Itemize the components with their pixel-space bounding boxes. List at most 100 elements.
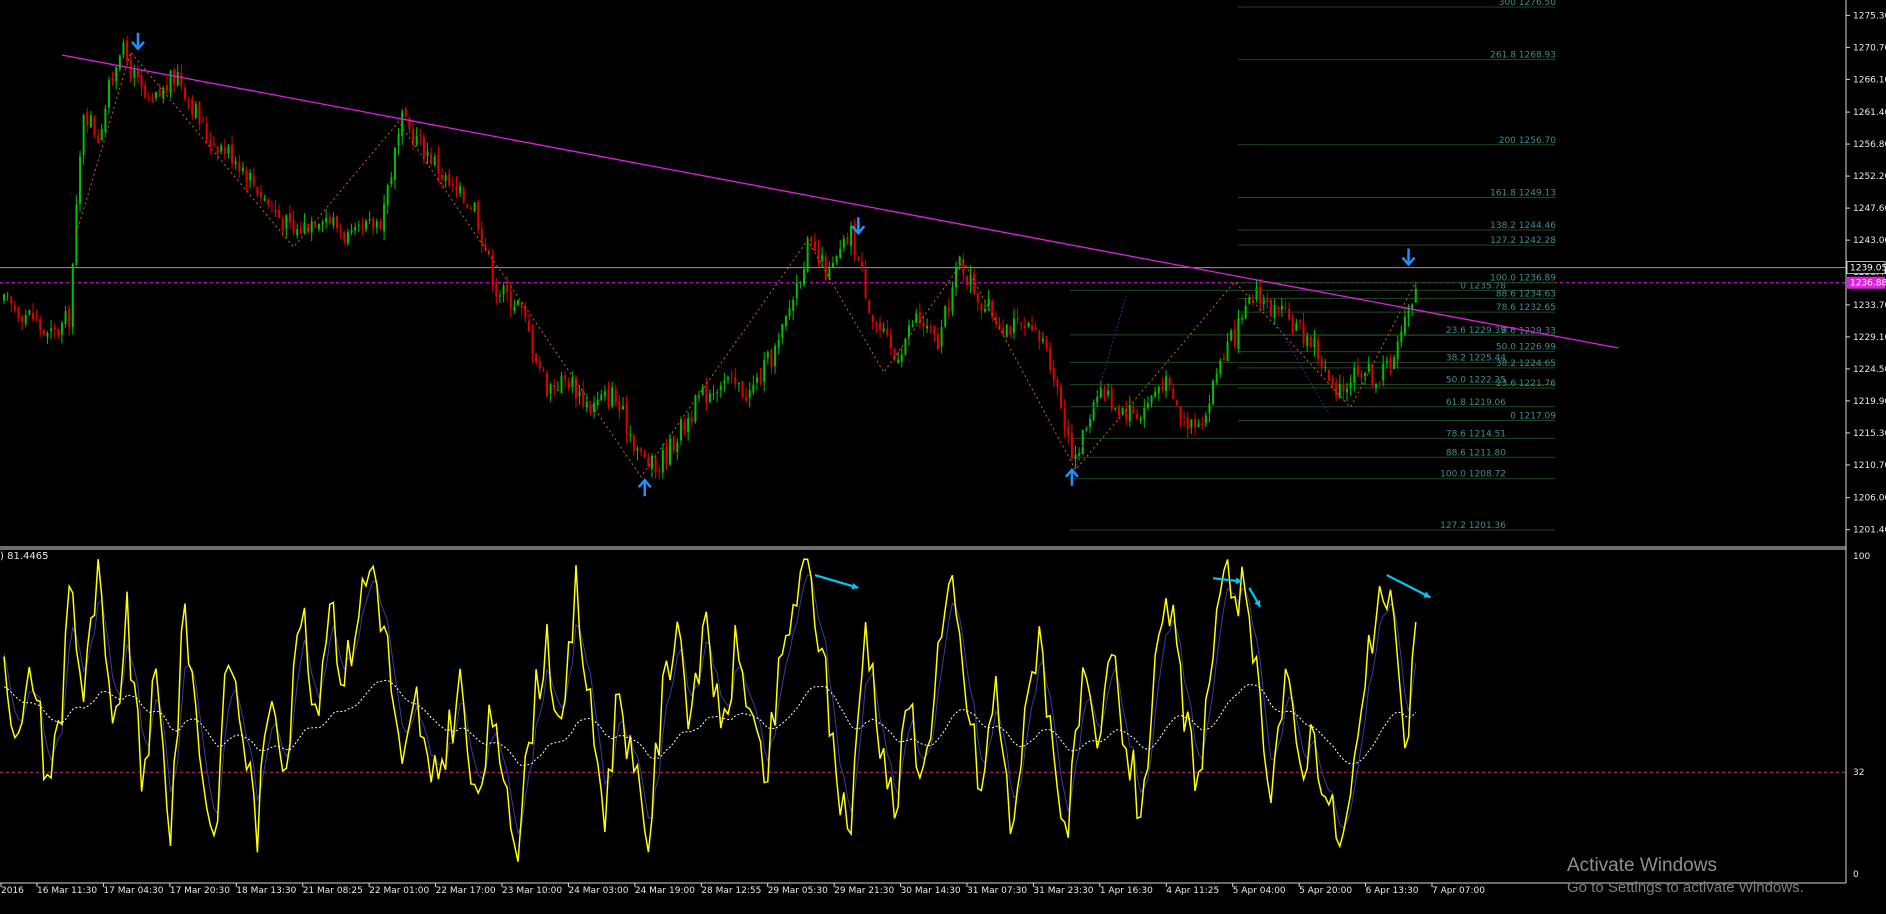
candle-body: [68, 308, 71, 327]
candle-body: [1197, 424, 1200, 427]
candle-body: [325, 217, 328, 223]
candle-body: [842, 238, 845, 248]
chart-canvas[interactable]: 100.0 1208.72 88.6 1211.80 78.6 1214.51 61.…: [0, 0, 1886, 910]
candle-body: [144, 85, 147, 99]
fib-level-b-label: 200 1256.70: [1499, 136, 1557, 146]
candle-body: [1396, 341, 1399, 360]
candle-body: [477, 202, 480, 230]
candle-body: [1201, 423, 1204, 425]
candle-body: [158, 89, 161, 97]
fib-level-b-label: 50.0 1226.99: [1496, 343, 1556, 353]
candle-body: [1168, 378, 1171, 387]
candle-body: [665, 448, 668, 464]
candle-body: [495, 284, 498, 297]
candle-body: [191, 98, 194, 116]
candle-body: [339, 230, 342, 233]
candle-body: [1038, 331, 1041, 342]
candle-body: [1364, 372, 1367, 377]
time-tick-label: 24 Mar 19:00: [635, 886, 695, 896]
candle-body: [1277, 307, 1280, 310]
fib-level-b-label: 261.8 1268.93: [1490, 51, 1556, 61]
time-tick-label: 16 Mar 11:30: [37, 886, 97, 896]
candle-body: [10, 296, 13, 304]
candle-body: [1016, 317, 1019, 321]
candle-body: [209, 139, 212, 146]
candle-body: [1070, 433, 1073, 459]
candle-body: [303, 222, 306, 233]
candle-body: [784, 315, 787, 326]
oscillator-tick-label: 0: [1853, 870, 1859, 880]
candle-body: [556, 390, 559, 392]
candle-body: [596, 399, 599, 406]
candle-body: [231, 145, 234, 164]
candle-body: [459, 186, 462, 194]
time-tick-label: 23 Mar 10:00: [502, 886, 562, 896]
candle-body: [6, 295, 9, 297]
candle-body: [879, 322, 882, 330]
candle-body: [1179, 406, 1182, 420]
candle-body: [1041, 338, 1044, 342]
candle-body: [1273, 304, 1276, 317]
candle-body: [1353, 367, 1356, 384]
candle-body: [328, 216, 331, 224]
candle-body: [310, 221, 313, 233]
candle-body: [1215, 373, 1218, 383]
candle-body: [708, 393, 711, 402]
candle-body: [111, 78, 114, 81]
candle-body: [350, 230, 353, 233]
candle-body: [118, 55, 121, 70]
candle-body: [531, 329, 534, 354]
candle-body: [267, 199, 270, 205]
candle-body: [205, 122, 208, 141]
candle-body: [650, 455, 653, 469]
candle-body: [1161, 386, 1164, 389]
candle-body: [936, 334, 939, 349]
candle-body: [1244, 305, 1247, 319]
fib-level-a-label: 88.6 1211.80: [1446, 448, 1506, 458]
candle-body: [491, 255, 494, 286]
candle-body: [679, 419, 682, 441]
candle-body: [1157, 386, 1160, 394]
candle-body: [173, 69, 176, 85]
candle-body: [35, 318, 38, 320]
candle-body: [1027, 322, 1030, 327]
candle-body: [75, 204, 78, 266]
oscillator-tick-label: 32: [1853, 768, 1864, 778]
candle-body: [940, 326, 943, 347]
candle-body: [1128, 405, 1131, 422]
candle-body: [21, 316, 24, 322]
candle-body: [3, 294, 5, 301]
candle-body: [1298, 320, 1301, 323]
candle-body: [632, 435, 635, 451]
time-tick-label: 31 Mar 23:30: [1033, 886, 1093, 896]
candle-body: [469, 207, 472, 210]
time-tick-label: 2016: [1, 886, 24, 896]
candle-body: [455, 185, 458, 191]
candle-body: [622, 405, 625, 410]
candle-body: [419, 135, 422, 137]
candle-body: [441, 174, 444, 180]
fib-level-a-label: 127.2 1201.36: [1440, 521, 1506, 531]
candle-body: [1132, 406, 1135, 414]
candle-body: [690, 417, 693, 423]
candle-body: [603, 391, 606, 397]
candle-body: [46, 333, 49, 337]
fib-level-b-label: 23.6 1221.76: [1496, 379, 1556, 389]
candle-body: [987, 298, 990, 307]
price-tick-label: 1275.30: [1853, 11, 1886, 21]
price-tick-label: 1270.70: [1853, 43, 1886, 53]
candle-body: [1360, 373, 1363, 378]
candle-body: [654, 457, 657, 473]
candle-body: [737, 383, 740, 385]
candle-body: [730, 374, 733, 376]
candle-body: [582, 390, 585, 407]
candle-body: [393, 147, 396, 180]
time-tick-label: 6 Apr 13:30: [1366, 886, 1419, 896]
price-tick-label: 1224.50: [1853, 365, 1886, 375]
fib-level-b-label: 88.6 1234.63: [1496, 289, 1556, 299]
candle-body: [317, 223, 320, 230]
candle-body: [274, 209, 277, 213]
price-tick-label: 1229.10: [1853, 333, 1886, 343]
candle-body: [788, 308, 791, 316]
candle-body: [1060, 386, 1063, 408]
